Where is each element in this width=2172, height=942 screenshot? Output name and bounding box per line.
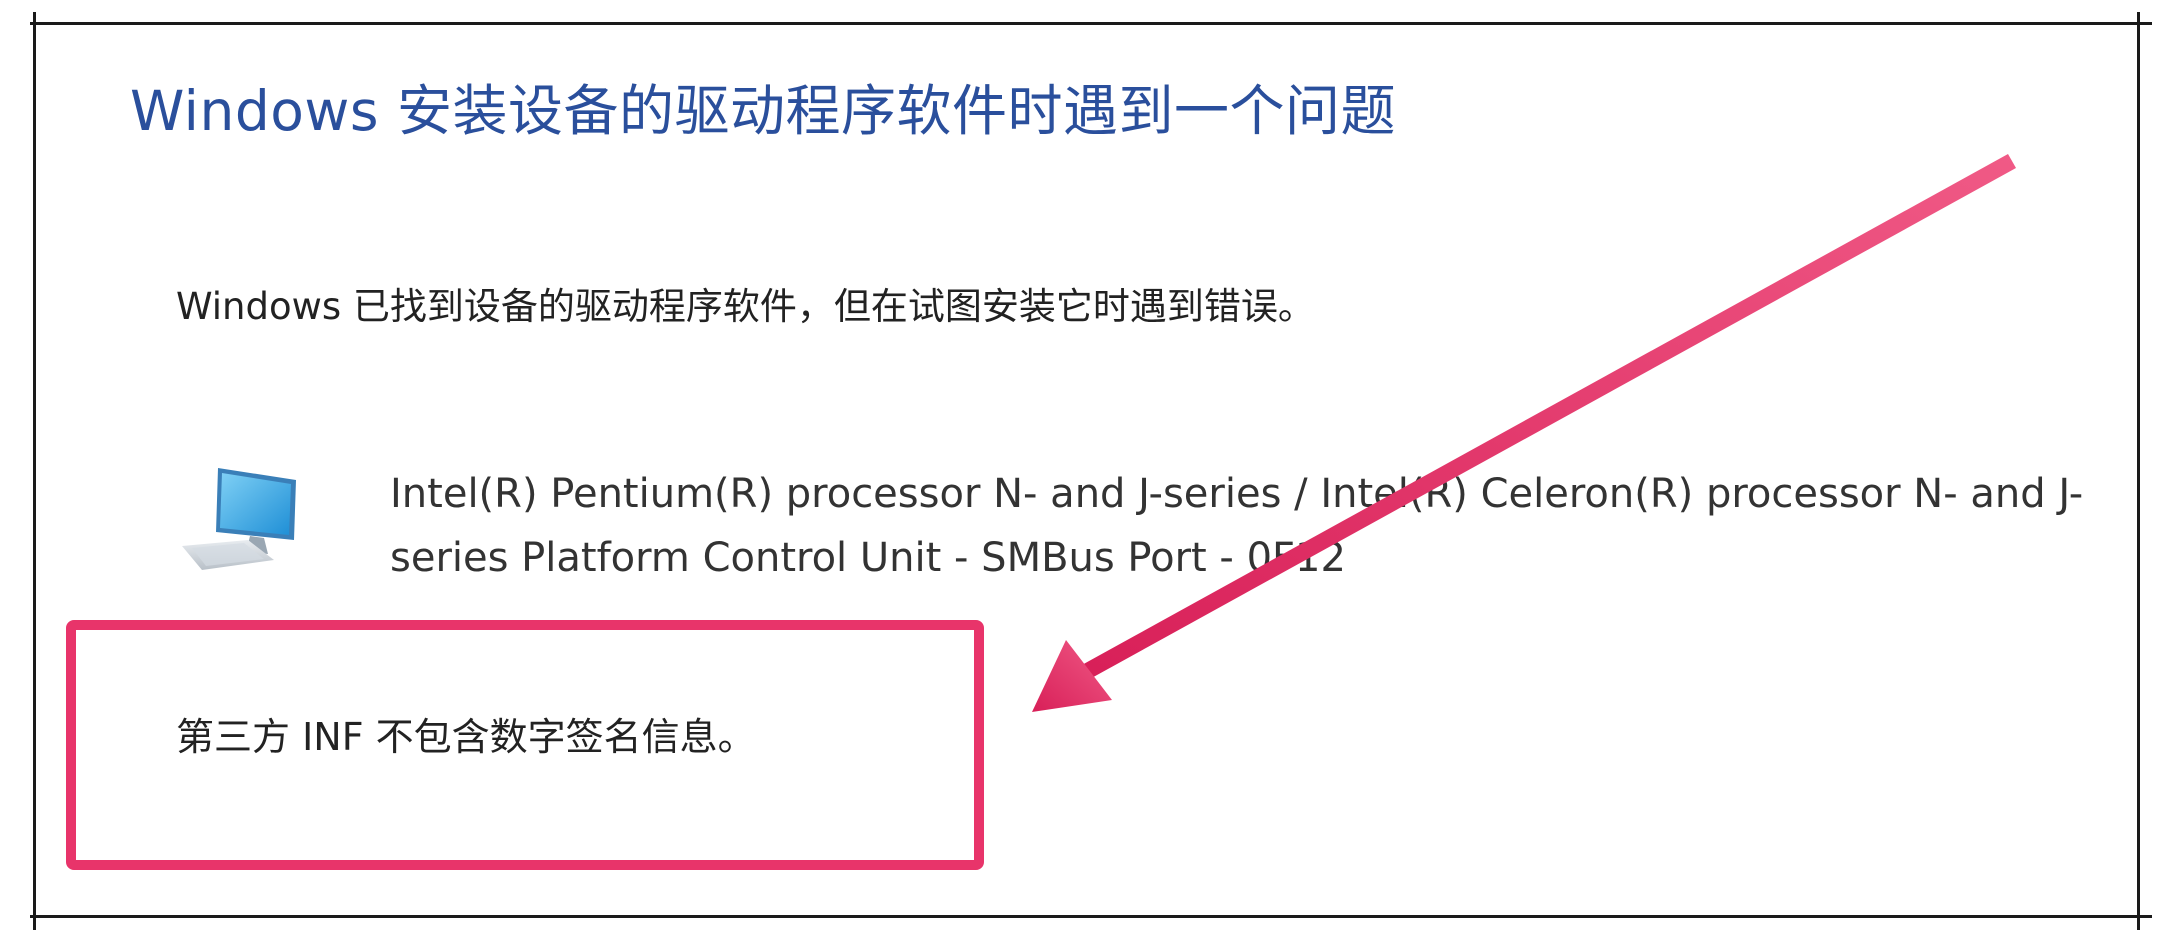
- device-name: Intel(R) Pentium(R) processor N- and J-s…: [390, 471, 2084, 581]
- dialog-title: Windows 安装设备的驱动程序软件时遇到一个问题: [130, 79, 1396, 143]
- error-message: 第三方 INF 不包含数字签名信息。: [176, 715, 756, 759]
- frame-bottom-border: [30, 915, 2152, 918]
- frame-right-border: [2137, 12, 2140, 930]
- dialog-description: Windows 已找到设备的驱动程序软件，但在试图安装它时遇到错误。: [176, 285, 1315, 328]
- frame-left-border: [33, 12, 36, 930]
- computer-icon: [178, 462, 306, 574]
- frame-top-border: [30, 22, 2152, 25]
